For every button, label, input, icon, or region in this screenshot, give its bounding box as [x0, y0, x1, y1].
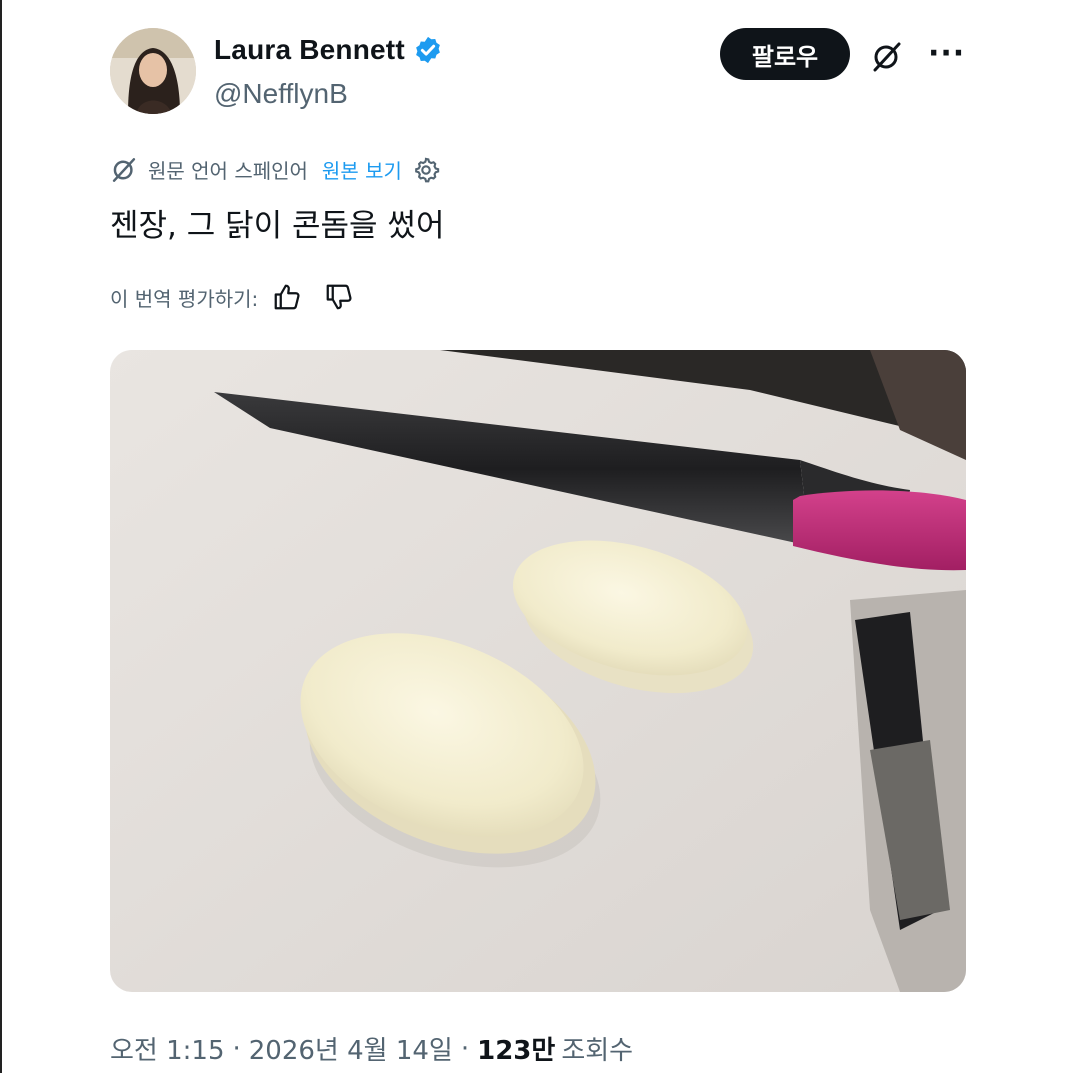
egg-photo	[110, 350, 966, 992]
tweet-text: 젠장, 그 닭이 콘돔을 썼어	[110, 208, 445, 244]
translation-source-language: 원문 언어 스페인어	[148, 159, 308, 183]
views-count: 123만	[477, 1036, 556, 1066]
verified-badge-icon	[415, 36, 440, 64]
thumbs-down-icon[interactable]	[324, 282, 354, 312]
author-handle[interactable]: @NefflynB	[214, 78, 348, 110]
translate-icon	[112, 157, 136, 182]
thumbs-up-icon[interactable]	[272, 282, 302, 312]
author-name-row: Laura Bennett	[214, 34, 443, 66]
tweet-header: Laura Bennett @NefflynB 팔로우 ···	[110, 28, 970, 118]
show-original-link[interactable]: 원본 보기	[322, 155, 402, 184]
views-label: 조회수	[561, 1036, 634, 1066]
rate-translation-row: 이 번역 평가하기:	[110, 282, 354, 312]
window-edge	[0, 0, 2, 1073]
avatar-photo	[110, 28, 196, 114]
gear-icon[interactable]	[412, 156, 440, 184]
follow-button[interactable]: 팔로우	[720, 28, 850, 80]
translation-bar: 원문 언어 스페인어 원본 보기	[110, 155, 440, 184]
more-icon[interactable]: ···	[928, 36, 965, 71]
tweet-time[interactable]: 오전 1:15	[110, 1030, 225, 1067]
author-display-name[interactable]: Laura Bennett	[214, 34, 405, 66]
meta-separator: ·	[460, 1033, 470, 1064]
tweet-date[interactable]: 2026년 4월 14일	[249, 1030, 453, 1067]
avatar[interactable]	[110, 28, 196, 114]
meta-separator: ·	[232, 1033, 241, 1064]
tweet-media-photo[interactable]	[110, 350, 966, 992]
rate-translation-label: 이 번역 평가하기:	[110, 286, 259, 311]
tweet-meta: 오전 1:15 · 2026년 4월 14일 · 123만 조회수	[110, 1030, 633, 1067]
grok-icon[interactable]	[870, 40, 904, 74]
